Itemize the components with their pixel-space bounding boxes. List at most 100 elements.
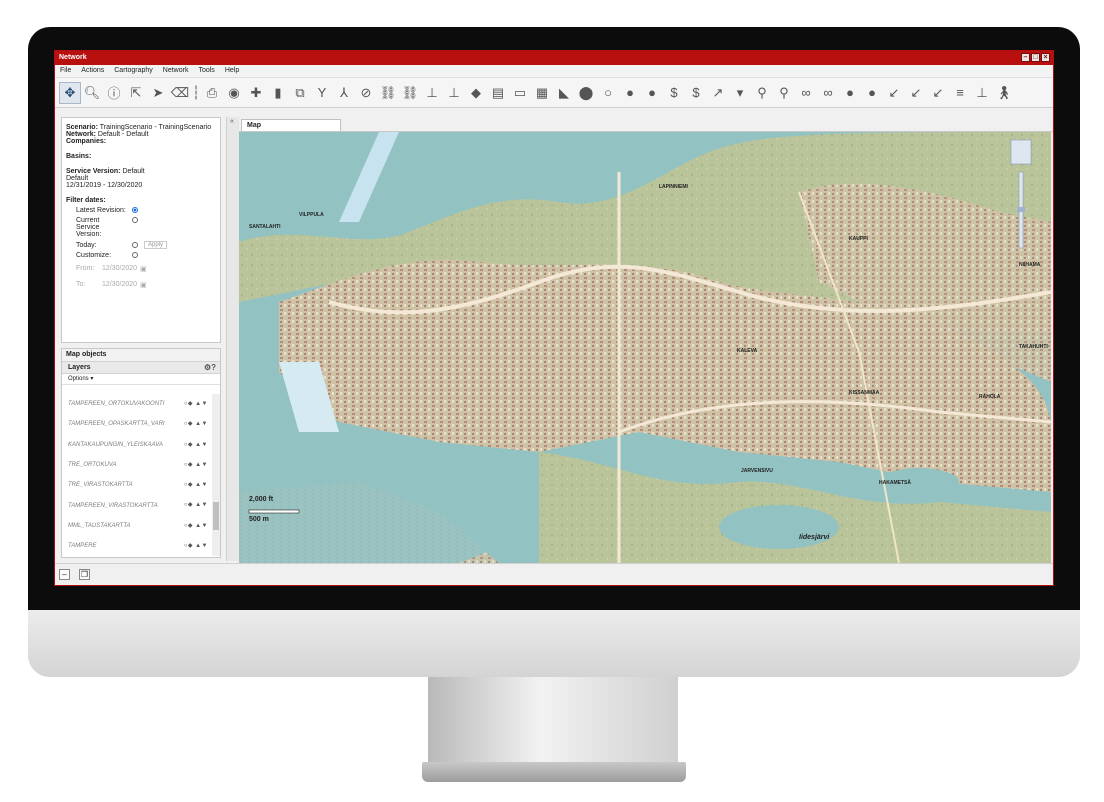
arrow-downleft-edit-icon[interactable]: ↙ [927, 82, 949, 104]
layer-controls-icon[interactable]: ○◆ ▲▼ [184, 542, 208, 549]
trip-icon[interactable]: ⛓ [377, 82, 399, 104]
align-bottom-icon[interactable]: ⊥ [971, 82, 993, 104]
layer-item[interactable]: TAMPEREEN_ORTOKUVAKOONTI ○◆ ▲▼ [62, 394, 212, 414]
customize-radio[interactable] [132, 252, 138, 258]
from-label: From: [76, 265, 95, 272]
dropdown-icon[interactable]: ▾ [729, 82, 751, 104]
layer-item[interactable]: TRE_VIRASTOKARTTA ○◆ ▲▼ [62, 475, 212, 495]
link-edit-icon[interactable]: ∞ [817, 82, 839, 104]
restore-panel-button[interactable]: ❐ [79, 569, 90, 580]
minimize-panel-button[interactable]: – [59, 569, 70, 580]
layer-item[interactable]: TAMPEREEN_OPASKARTTA_VARI ○◆ ▲▼ [62, 414, 212, 434]
latest-revision-radio[interactable] [132, 207, 138, 213]
filter-dates-label: Filter dates: [66, 197, 106, 204]
layer-name: TAMPERE [68, 543, 97, 550]
calendar-icon[interactable]: ▣ [140, 281, 147, 289]
to-date-input[interactable]: 12/30/2020 [102, 281, 137, 288]
panel-splitter[interactable] [226, 117, 239, 561]
layer-scrollbar[interactable] [212, 394, 220, 556]
toolbar: ✥ 🔍︎ ⓘ ⇱ ➤ ⌫ ┆ ⎙ ◉ ✚ ▮ ⧉ Y ⅄ ⊘ ⛓ ⛓ ⊥ ⊥ ◆ ▤ ▭ ▦ ◣ ⬤ ○ ● ● $ $ ↗ ▾ ⚲ ⚲ ∞ ∞ ● ● ↙… [55, 78, 1053, 108]
window-title: Network [59, 54, 87, 61]
table-icon[interactable]: ▦ [531, 82, 553, 104]
stack-icon[interactable]: ◆ [465, 82, 487, 104]
menu-network[interactable]: Network [158, 65, 194, 77]
menu-help[interactable]: Help [220, 65, 244, 77]
calendar-icon[interactable]: ▣ [140, 265, 147, 273]
layer-controls-icon[interactable]: ○◆ ▲▼ [184, 501, 208, 508]
menu-tools[interactable]: Tools [193, 65, 219, 77]
eraser-icon[interactable]: ⌫ [169, 82, 191, 104]
maximize-button[interactable]: □ [1031, 53, 1040, 62]
walk-icon[interactable]: 🚶︎ [993, 82, 1015, 104]
help-icon[interactable]: ? [211, 363, 216, 372]
location-delete-icon[interactable]: ● [641, 82, 663, 104]
location-icon[interactable]: ⬤ [575, 82, 597, 104]
dollar-edit-icon[interactable]: $ [685, 82, 707, 104]
layer-controls-icon[interactable]: ○◆ ▲▼ [184, 441, 208, 448]
layer-controls-icon[interactable]: ○◆ ▲▼ [184, 400, 208, 407]
menu-file[interactable]: File [55, 65, 76, 77]
location-plus-icon[interactable]: ● [839, 82, 861, 104]
minimize-button[interactable]: – [1021, 53, 1030, 62]
trip-alt-icon[interactable]: ⛓ [399, 82, 421, 104]
layer-controls-icon[interactable]: ○◆ ▲▼ [184, 461, 208, 468]
pointer-icon[interactable]: ➤ [147, 82, 169, 104]
latest-revision-label: Latest Revision: [76, 207, 126, 214]
layer-controls-icon[interactable]: ○◆ ▲▼ [184, 481, 208, 488]
print-icon[interactable]: ⎙ [201, 82, 223, 104]
layers-icon[interactable]: ✚ [245, 82, 267, 104]
close-button[interactable]: × [1041, 53, 1050, 62]
from-date-input[interactable]: 12/30/2020 [102, 265, 137, 272]
layer-controls-icon[interactable]: ○◆ ▲▼ [184, 522, 208, 529]
select-icon[interactable]: ⇱ [125, 82, 147, 104]
location-edit-icon[interactable]: ● [619, 82, 641, 104]
layer-item[interactable]: MML_TAUSTAKARTTA ○◆ ▲▼ [62, 516, 212, 536]
layer-item[interactable]: KANTAKAUPUNGIN_YLEISKAAVA ○◆ ▲▼ [62, 435, 212, 455]
info-icon[interactable]: ⓘ [103, 82, 125, 104]
scale-meters: 500 m [249, 516, 269, 523]
layer-item[interactable]: TRE_ORTOKUVA ○◆ ▲▼ [62, 455, 212, 475]
map-tabbar: Map [239, 117, 1053, 132]
options-dropdown[interactable]: Options ▾ [62, 374, 220, 385]
layer-controls-icon[interactable]: ○◆ ▲▼ [184, 420, 208, 427]
location-outline-icon[interactable]: ○ [597, 82, 619, 104]
dollar-icon[interactable]: $ [663, 82, 685, 104]
arrow-downleft-line-icon[interactable]: ↙ [905, 82, 927, 104]
layer-scroll-thumb[interactable] [213, 502, 219, 530]
map-view[interactable]: 2,000 ft 500 m NIIHAMA TAKAHUHTI KALEVA … [239, 132, 1051, 563]
separator-icon: ┆ [192, 84, 200, 100]
move-icon[interactable]: ✥ [59, 81, 81, 104]
stop-icon[interactable]: ▮ [267, 82, 289, 104]
map-canvas[interactable] [239, 132, 1051, 563]
collapse-panel-icon[interactable]: « [227, 118, 237, 126]
menu-cartography[interactable]: Cartography [109, 65, 158, 77]
route-edit-icon[interactable]: ⚲ [773, 82, 795, 104]
current-service-version-radio[interactable] [132, 217, 138, 223]
grid-icon[interactable]: ▤ [487, 82, 509, 104]
layer-name: TRE_VIRASTOKARTTA [68, 482, 133, 489]
path-icon[interactable]: ⅄ [333, 82, 355, 104]
tab-map[interactable]: Map [241, 119, 341, 131]
measure-icon[interactable]: ↗ [707, 82, 729, 104]
eye-icon[interactable]: ◉ [223, 82, 245, 104]
route-point-icon[interactable]: ⚲ [751, 82, 773, 104]
tag-icon[interactable]: ◣ [553, 82, 575, 104]
map-label-niihama: NIIHAMA [1019, 262, 1041, 268]
layers-header: Layers ⚙? [62, 362, 220, 374]
menu-actions[interactable]: Actions [76, 65, 109, 77]
pin-add-icon[interactable]: ⊥ [443, 82, 465, 104]
route-icon[interactable]: ⧉ [289, 82, 311, 104]
panel-icon[interactable]: ▭ [509, 82, 531, 104]
link-icon[interactable]: ∞ [795, 82, 817, 104]
direction-icon[interactable]: ⊘ [355, 82, 377, 104]
pin-icon[interactable]: ⊥ [421, 82, 443, 104]
today-radio[interactable] [132, 242, 138, 248]
location-minus-icon[interactable]: ● [861, 82, 883, 104]
fork-icon[interactable]: Y [311, 82, 333, 104]
layer-item[interactable]: TAMPEREEN_VIRASTOKARTTA ○◆ ▲▼ [62, 495, 212, 515]
arrow-downleft-icon[interactable]: ↙ [883, 82, 905, 104]
align-icon[interactable]: ≡ [949, 82, 971, 104]
layer-item[interactable]: TAMPERE ○◆ ▲▼ [62, 536, 212, 556]
zoom-icon[interactable]: 🔍︎ [81, 82, 103, 104]
apply-button[interactable]: Apply [144, 241, 168, 249]
